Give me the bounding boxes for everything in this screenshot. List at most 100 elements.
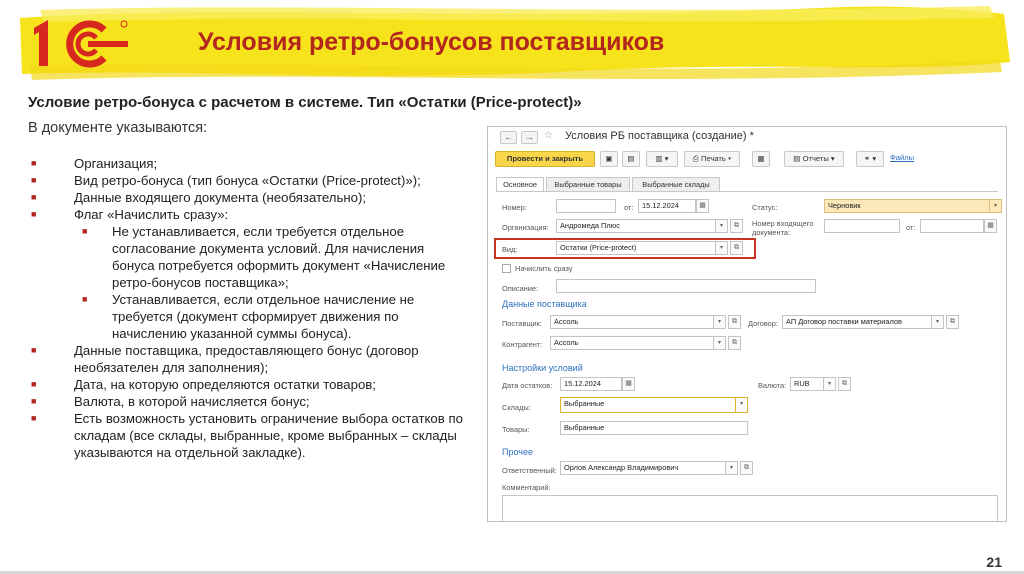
date-label: от: (624, 203, 634, 212)
warehouses-dropdown-icon[interactable]: ▾ (736, 397, 748, 413)
list-item: ■ Данные поставщика, предоставляющего бон… (31, 343, 419, 375)
retro-bonus-form: ← → ☆ Условия РБ поставщика (создание) *… (487, 126, 1007, 522)
slide-subtitle: Условие ретро-бонуса с расчетом в систем… (28, 94, 582, 111)
form-titlebar: ← → ☆ Условия РБ поставщика (создание) * (488, 127, 1006, 147)
list-item: ■ Вид ретро-бонуса (тип бонуса «Остатки (… (31, 173, 421, 188)
list-item: ■ Устанавливается, если отдельное начисле… (82, 292, 415, 341)
print-button[interactable]: ⎙ Печать ▾ (684, 151, 740, 167)
tab-main[interactable]: Основное (496, 177, 544, 192)
accrue-now-label: Начислить сразу (515, 264, 573, 273)
page-number: 21 (986, 554, 1002, 570)
tab-selected-goods[interactable]: Выбранные товары (546, 177, 630, 192)
back-button[interactable]: ← (500, 131, 517, 144)
create-based-on-icon[interactable]: ▥ ▾ (646, 151, 678, 167)
post-and-close-button[interactable]: Провести и закрыть (495, 151, 595, 167)
document-icon[interactable]: ▦ (752, 151, 770, 167)
currency-dropdown-icon[interactable]: ▾ (824, 377, 836, 391)
counterparty-label: Контрагент: (502, 340, 543, 349)
form-title: Условия РБ поставщика (создание) * (565, 130, 754, 142)
supplier-open-icon[interactable]: ⧉ (728, 315, 741, 329)
responsible-dropdown-icon[interactable]: ▾ (726, 461, 738, 475)
accrue-now-checkbox[interactable] (502, 264, 511, 273)
bullet-marker: ■ (31, 396, 37, 406)
save-icon[interactable]: ▣ (600, 151, 618, 167)
section-other: Прочее (502, 447, 533, 457)
bullet-marker: ■ (31, 413, 37, 423)
status-dropdown-icon[interactable]: ▾ (990, 199, 1002, 213)
files-link[interactable]: Файлы (890, 153, 914, 162)
supplier-field[interactable]: Ассоль (550, 315, 714, 329)
goods-field[interactable]: Выбранные (560, 421, 748, 435)
warehouses-label: Склады: (502, 403, 531, 412)
bullet-marker: ■ (31, 379, 37, 389)
tabs-divider (496, 191, 998, 192)
list-item: ■ Валюта, в которой начисляется бонус; (31, 394, 310, 409)
counterparty-dropdown-icon[interactable]: ▾ (714, 336, 726, 350)
calendar-icon[interactable]: ▦ (696, 199, 709, 213)
star-icon[interactable]: ☆ (544, 130, 553, 141)
1c-logo (34, 20, 128, 68)
stock-date-input[interactable]: 15.12.2024 (560, 377, 622, 391)
list-item: ■ Флаг «Начислить сразу»: ■ Не устанавлива… (28, 206, 468, 342)
incoming-date-input[interactable] (920, 219, 984, 233)
description-input[interactable] (556, 279, 816, 293)
kind-highlight-frame (494, 238, 756, 259)
tab-selected-warehouses[interactable]: Выбранные склады (632, 177, 720, 192)
list-item: ■ Организация; (31, 156, 158, 171)
incoming-date-label: от: (906, 223, 916, 232)
organization-dropdown-icon[interactable]: ▾ (716, 219, 728, 233)
reports-button[interactable]: ▤ Отчеты ▾ (784, 151, 844, 167)
post-icon[interactable]: ▤ (622, 151, 640, 167)
status-field[interactable]: Черновик (824, 199, 990, 213)
contract-dropdown-icon[interactable]: ▾ (932, 315, 944, 329)
incoming-number-label: Номер входящего документа: (752, 219, 814, 237)
supplier-dropdown-icon[interactable]: ▾ (714, 315, 726, 329)
comment-textarea[interactable] (502, 495, 998, 521)
sub-bullet-list: ■ Не устанавливается, если требуется отде… (74, 223, 468, 342)
contract-field[interactable]: АП Договор поставки материалов (782, 315, 932, 329)
status-label: Статус: (752, 203, 778, 212)
number-label: Номер: (502, 203, 527, 212)
stock-date-label: Дата остатков: (502, 381, 553, 390)
date-input[interactable]: 15.12.2024 (638, 199, 696, 213)
counterparty-field[interactable]: Ассоль (550, 336, 714, 350)
contract-label: Договор: (748, 319, 778, 328)
currency-label: Валюта: (758, 381, 787, 390)
bullet-list: ■ Организация; ■ Вид ретро-бонуса (тип бон… (28, 155, 468, 461)
comment-label: Комментарий: (502, 483, 551, 492)
list-item: ■ Есть возможность установить ограничение… (31, 411, 463, 460)
bullet-marker: ■ (31, 158, 37, 168)
bullet-marker: ■ (31, 209, 37, 219)
warehouses-select[interactable]: Выбранные (560, 397, 736, 413)
currency-field[interactable]: RUB (790, 377, 824, 391)
organization-open-icon[interactable]: ⧉ (730, 219, 743, 233)
bullet-marker: ■ (82, 226, 88, 236)
organization-field[interactable]: Андромеда Плюс (556, 219, 716, 233)
bullet-marker: ■ (31, 175, 37, 185)
currency-open-icon[interactable]: ⧉ (838, 377, 851, 391)
incoming-number-input[interactable] (824, 219, 900, 233)
list-item: ■ Дата, на которую определяются остатки т… (31, 377, 376, 392)
section-supplier-data: Данные поставщика (502, 299, 587, 309)
number-input[interactable] (556, 199, 616, 213)
form-toolbar: Провести и закрыть ▣ ▤ ▥ ▾ ⎙ Печать ▾ ▦ … (488, 151, 1006, 169)
bullet-marker: ■ (31, 345, 37, 355)
attach-icon[interactable]: ⚭ ▾ (856, 151, 884, 167)
forward-button[interactable]: → (521, 131, 538, 144)
list-item: ■ Данные входящего документа (необязатель… (31, 190, 367, 205)
bullet-marker: ■ (82, 294, 88, 304)
calendar-icon[interactable]: ▦ (984, 219, 997, 233)
counterparty-open-icon[interactable]: ⧉ (728, 336, 741, 350)
calendar-icon[interactable]: ▦ (622, 377, 635, 391)
list-item: ■ Не устанавливается, если требуется отде… (82, 224, 446, 290)
bullet-marker: ■ (31, 192, 37, 202)
responsible-open-icon[interactable]: ⧉ (740, 461, 753, 475)
page-title: Условия ретро-бонусов поставщиков (198, 28, 665, 56)
description-label: Описание: (502, 284, 539, 293)
contract-open-icon[interactable]: ⧉ (946, 315, 959, 329)
responsible-field[interactable]: Орлов Александр Владимирович (560, 461, 726, 475)
intro-text: В документе указываются: (28, 120, 208, 136)
section-conditions: Настройки условий (502, 363, 583, 373)
print-icon: ⎙ (692, 154, 701, 163)
responsible-label: Ответственный: (502, 466, 557, 475)
